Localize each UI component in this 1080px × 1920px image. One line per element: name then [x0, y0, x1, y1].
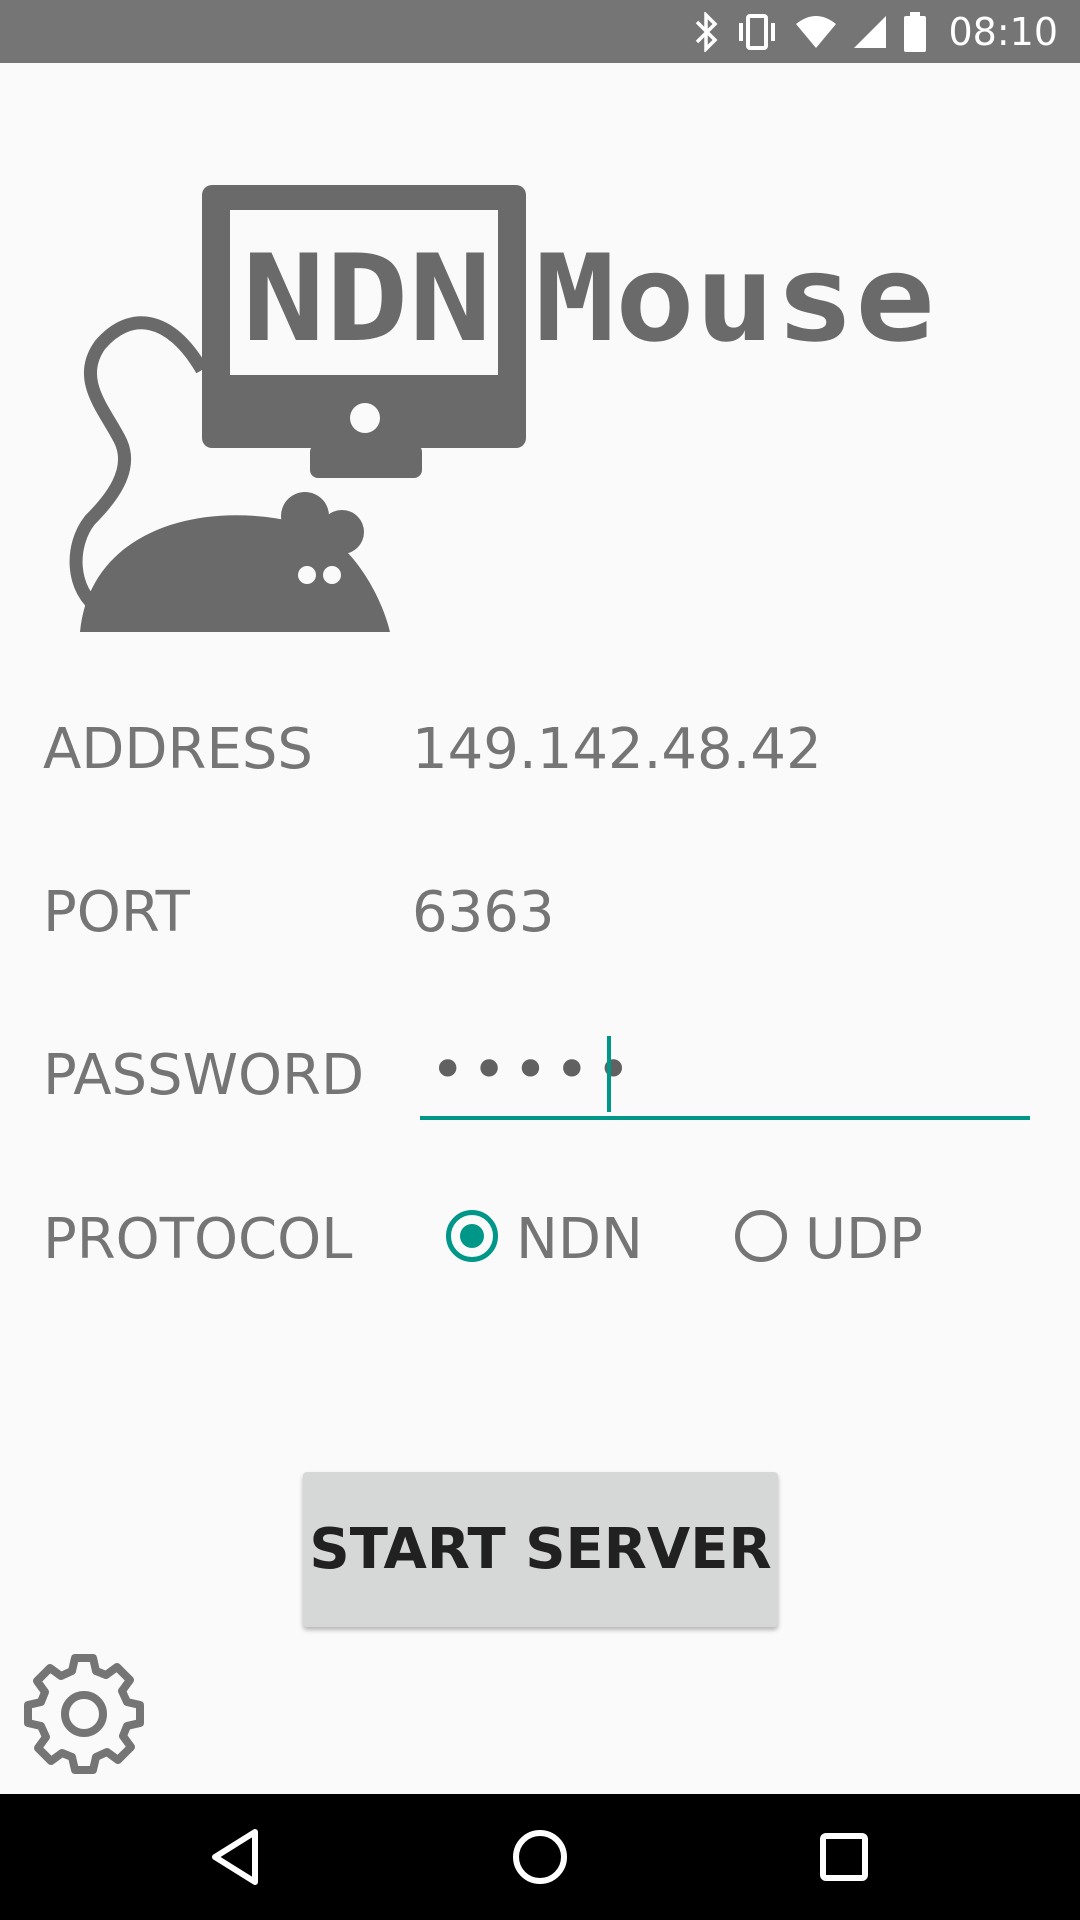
- status-time: 08:10: [948, 9, 1058, 54]
- password-masked-value: •••••: [430, 1035, 637, 1105]
- radio-ndn-label[interactable]: NDN: [516, 1212, 643, 1268]
- start-server-button[interactable]: START SERVER: [303, 1472, 778, 1627]
- status-icons: 08:10: [694, 0, 1080, 63]
- bluetooth-icon: [696, 11, 718, 52]
- logo-text-ndn: NDN: [242, 230, 492, 369]
- battery-icon: [904, 11, 927, 52]
- wifi-icon: [796, 15, 837, 48]
- radio-udp-label[interactable]: UDP: [805, 1212, 923, 1268]
- password-field[interactable]: •••••: [420, 1028, 1030, 1120]
- vibrate-icon: [739, 13, 776, 50]
- address-value: 149.142.48.42: [412, 717, 822, 782]
- protocol-label: PROTOCOL: [43, 1207, 353, 1272]
- settings-gear-icon[interactable]: [18, 1648, 150, 1780]
- logo-text-mouse: Mouse: [535, 230, 935, 369]
- radio-ndn[interactable]: [446, 1210, 498, 1262]
- port-value: 6363: [412, 880, 555, 945]
- navigation-bar: [0, 1794, 1080, 1920]
- cell-signal-icon: [854, 15, 887, 48]
- address-label: ADDRESS: [43, 717, 313, 782]
- ndn-mouse-logo: NDN Mouse: [69, 185, 935, 632]
- password-label: PASSWORD: [43, 1043, 365, 1108]
- back-icon[interactable]: [203, 1824, 269, 1890]
- recents-icon[interactable]: [811, 1824, 877, 1890]
- home-icon[interactable]: [507, 1824, 573, 1890]
- radio-udp[interactable]: [735, 1210, 787, 1262]
- text-cursor: [607, 1036, 611, 1112]
- radio-selected-dot: [460, 1224, 484, 1248]
- port-label: PORT: [43, 880, 190, 945]
- status-bar: 08:10: [0, 0, 1080, 63]
